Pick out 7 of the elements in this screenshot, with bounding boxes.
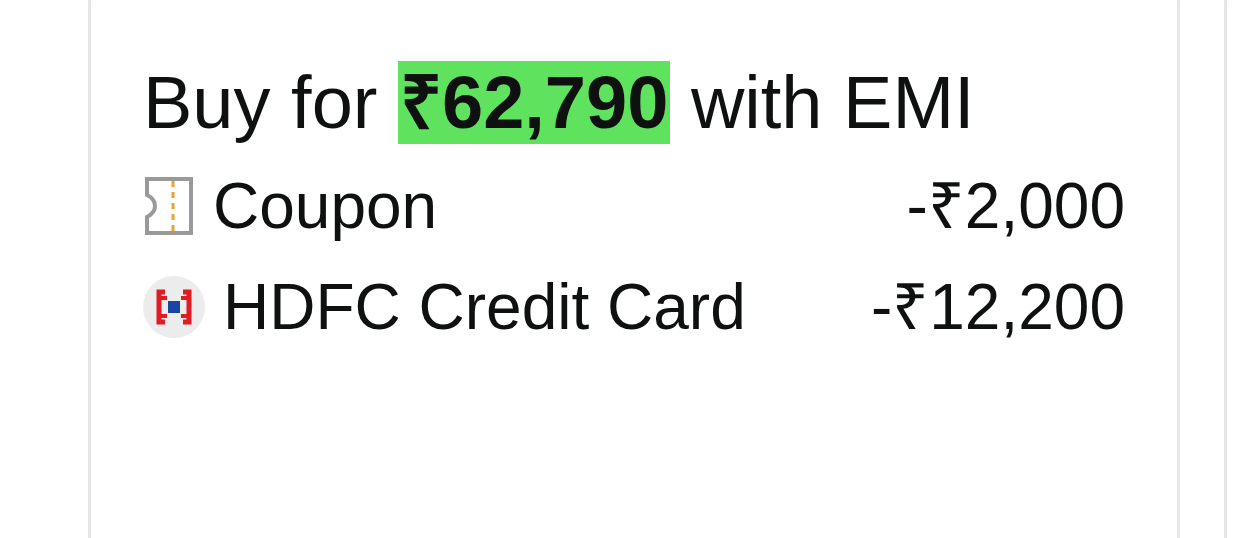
- bank-logo-icon: [143, 276, 205, 338]
- offer-label: Coupon: [213, 168, 439, 244]
- ticket-icon: [143, 175, 195, 238]
- discount-amount: -₹12,200: [870, 269, 1125, 345]
- emi-heading: Buy for ₹62,790 with EMI: [143, 60, 976, 146]
- discount-amount: -₹2,000: [906, 168, 1125, 244]
- offer-label: HDFC Credit Card: [223, 269, 747, 345]
